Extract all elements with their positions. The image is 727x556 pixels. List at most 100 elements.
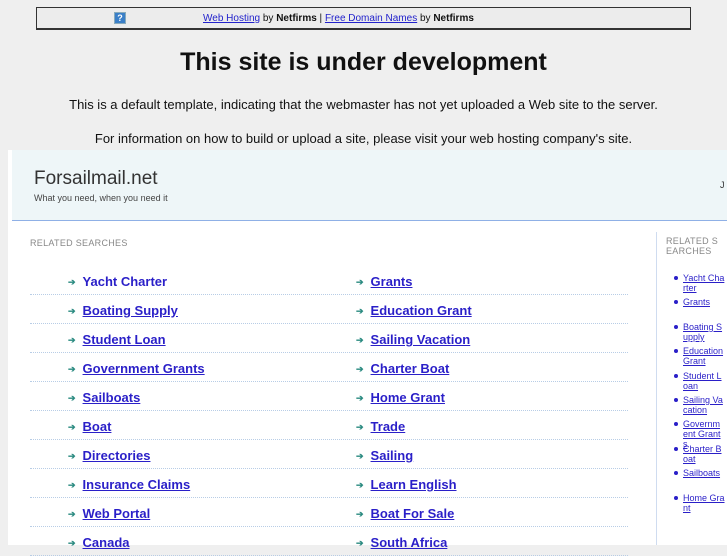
bullet-icon — [674, 398, 678, 402]
search-link[interactable]: Education Grant — [371, 303, 472, 318]
search-row: ➔ Insurance Claims ➔ Learn English — [30, 469, 628, 498]
sidebar-link[interactable]: Boating Supply — [683, 322, 725, 342]
search-item: ➔ Student Loan — [68, 332, 166, 347]
search-link[interactable]: Student Loan — [83, 332, 166, 347]
sidebar-link[interactable]: Yacht Charter — [683, 273, 725, 293]
arrow-icon: ➔ — [356, 480, 364, 490]
arrow-icon: ➔ — [356, 335, 364, 345]
search-link[interactable]: Grants — [371, 274, 413, 289]
search-item: ➔ Boating Supply — [68, 303, 178, 318]
sidebar-item: Student Loan — [674, 371, 726, 391]
search-link[interactable]: Insurance Claims — [83, 477, 191, 492]
search-row: ➔ Web Portal ➔ Boat For Sale — [30, 498, 628, 527]
sidebar-item: Home Grant — [674, 493, 726, 513]
search-row: ➔ Directories ➔ Sailing — [30, 440, 628, 469]
sidebar-item: Sailboats — [674, 468, 726, 478]
sidebar-label: RELATED SEARCHES — [666, 236, 719, 256]
search-link[interactable]: Boat For Sale — [371, 506, 455, 521]
search-item: ➔ Sailing — [356, 448, 413, 463]
sidebar-item: Grants — [674, 297, 726, 307]
arrow-icon: ➔ — [356, 393, 364, 403]
web-hosting-link[interactable]: Web Hosting — [203, 13, 260, 24]
search-item: ➔ Government Grants — [68, 361, 205, 376]
search-row: ➔ Government Grants ➔ Charter Boat — [30, 353, 628, 382]
search-item: ➔ Trade — [356, 419, 405, 434]
search-link[interactable]: Canada — [83, 535, 130, 550]
search-item: ➔ Web Portal — [68, 506, 150, 521]
search-link[interactable]: Directories — [83, 448, 151, 463]
arrow-icon: ➔ — [356, 538, 364, 548]
arrow-icon: ➔ — [356, 509, 364, 519]
bullet-icon — [674, 300, 678, 305]
by-text: by — [260, 13, 277, 24]
search-item: ➔ Canada — [68, 535, 130, 550]
sidebar-link[interactable]: Home Grant — [683, 493, 725, 513]
search-link[interactable]: Yacht Charter — [83, 274, 168, 289]
search-link[interactable]: Sailboats — [83, 390, 141, 405]
search-item: ➔ Directories — [68, 448, 150, 463]
search-link[interactable]: Home Grant — [371, 390, 445, 405]
sidebar-link[interactable]: Charter Boat — [683, 444, 725, 464]
arrow-icon: ➔ — [356, 306, 364, 316]
arrow-icon: ➔ — [68, 480, 76, 490]
search-link[interactable]: Boating Supply — [83, 303, 178, 318]
sidebar-link[interactable]: Education Grant — [683, 346, 725, 366]
parked-page: Forsailmail.net What you need, when you … — [8, 150, 727, 556]
sidebar-item: Sailing Vacation — [674, 395, 726, 415]
search-row: ➔ Boat ➔ Trade — [30, 411, 628, 440]
arrow-icon: ➔ — [68, 393, 76, 403]
sidebar-link[interactable]: Student Loan — [683, 371, 725, 391]
search-link[interactable]: Trade — [371, 419, 406, 434]
search-item: ➔ Sailboats — [68, 390, 140, 405]
search-link[interactable]: Web Portal — [83, 506, 151, 521]
bullet-icon — [674, 495, 678, 500]
arrow-icon: ➔ — [68, 364, 76, 374]
sidebar-item: Education Grant — [674, 346, 726, 366]
search-item: ➔ Insurance Claims — [68, 477, 190, 492]
info-text-2: For information on how to build or uploa… — [94, 131, 633, 146]
arrow-icon: ➔ — [356, 364, 364, 374]
bullet-icon — [674, 373, 678, 378]
search-link[interactable]: Sailing — [371, 448, 414, 463]
by-text: by — [417, 13, 434, 24]
sidebar-link[interactable]: Sailing Vacation — [683, 395, 725, 415]
related-searches-label: RELATED SEARCHES — [30, 238, 128, 248]
sidebar-link[interactable]: Grants — [683, 297, 725, 307]
page-title: This site is under development — [180, 48, 547, 76]
search-row: ➔ Canada ➔ South Africa — [30, 527, 628, 556]
free-domain-link[interactable]: Free Domain Names — [325, 13, 417, 24]
bullet-icon — [674, 471, 678, 476]
search-link[interactable]: Charter Boat — [371, 361, 450, 376]
site-header: Forsailmail.net What you need, when you … — [12, 150, 727, 221]
arrow-icon: ➔ — [68, 335, 76, 345]
search-row: ➔ Boating Supply ➔ Education Grant — [30, 295, 628, 324]
banner-text: Web Hosting by Netfirms | Free Domain Na… — [203, 13, 474, 24]
sidebar-link[interactable]: Sailboats — [683, 468, 725, 478]
hosting-banner: ? Web Hosting by Netfirms | Free Domain … — [36, 7, 691, 30]
header-right-text: J — [720, 180, 725, 190]
search-link[interactable]: Learn English — [371, 477, 457, 492]
search-row: ➔ Student Loan ➔ Sailing Vacation — [30, 324, 628, 353]
sidebar-item: Boating Supply — [674, 322, 726, 342]
search-item: ➔ Boat — [68, 419, 111, 434]
sidebar-item: Charter Boat — [674, 444, 726, 464]
sidebar-item: Yacht Charter — [674, 273, 726, 293]
bullet-icon — [674, 422, 678, 427]
search-item: ➔ Education Grant — [356, 303, 472, 318]
search-link[interactable]: Government Grants — [83, 361, 205, 376]
arrow-icon: ➔ — [68, 306, 76, 316]
arrow-icon: ➔ — [356, 451, 364, 461]
site-tagline: What you need, when you need it — [34, 193, 168, 203]
search-link[interactable]: South Africa — [371, 535, 448, 550]
search-item: ➔ Yacht Charter — [68, 274, 167, 289]
arrow-icon: ➔ — [68, 509, 76, 519]
search-link[interactable]: Sailing Vacation — [371, 332, 471, 347]
search-item: ➔ Home Grant — [356, 390, 445, 405]
brand: Netfirms — [433, 13, 474, 24]
search-link[interactable]: Boat — [83, 419, 112, 434]
help-icon[interactable]: ? — [114, 12, 126, 24]
arrow-icon: ➔ — [356, 422, 364, 432]
search-item: ➔ South Africa — [356, 535, 447, 550]
arrow-icon: ➔ — [68, 277, 76, 287]
bullet-icon — [674, 446, 678, 451]
